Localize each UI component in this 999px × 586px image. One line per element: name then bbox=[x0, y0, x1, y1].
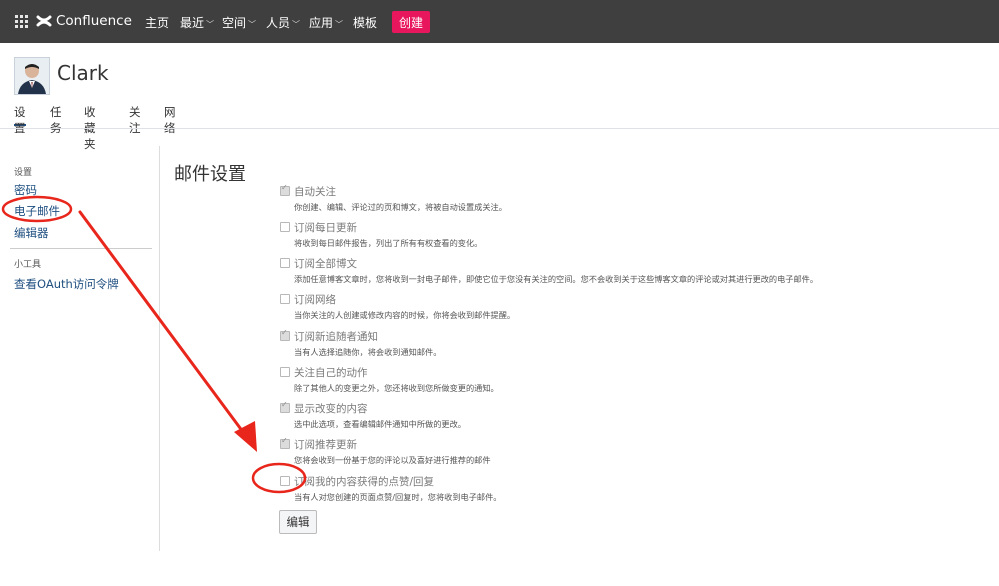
sidebar-divider bbox=[10, 248, 152, 249]
app-name[interactable]: Confluence bbox=[56, 13, 132, 29]
checkbox[interactable] bbox=[280, 476, 290, 486]
chevron-down-icon: ﹀ bbox=[335, 20, 344, 29]
tab-network[interactable]: 网络 bbox=[164, 104, 176, 135]
profile-name: Clark bbox=[57, 61, 109, 85]
annotation-arrow-head bbox=[234, 421, 257, 452]
checkbox[interactable] bbox=[280, 328, 290, 341]
tab-settings[interactable]: 设置 bbox=[14, 104, 26, 135]
tab-favorites[interactable]: 收藏夹 bbox=[84, 104, 96, 151]
avatar[interactable] bbox=[14, 57, 50, 95]
checkbox[interactable] bbox=[280, 222, 290, 232]
nav-spaces[interactable]: 空间 ﹀ bbox=[222, 14, 256, 31]
app-switcher-icon[interactable] bbox=[15, 15, 28, 28]
tab-watching[interactable]: 关注 bbox=[129, 104, 141, 135]
nav-recent[interactable]: 最近 ﹀ bbox=[180, 14, 214, 31]
page-title: 邮件设置 bbox=[174, 164, 246, 185]
checkbox[interactable] bbox=[280, 436, 290, 449]
profile-photo bbox=[15, 58, 49, 94]
nav-home[interactable]: 主页 bbox=[145, 14, 169, 31]
annotation-arrow-line bbox=[78, 210, 248, 438]
content-divider bbox=[159, 146, 160, 551]
tab-tasks[interactable]: 任务 bbox=[50, 104, 62, 135]
nav-templates[interactable]: 模板 bbox=[353, 14, 377, 31]
confluence-logo-icon[interactable] bbox=[36, 13, 52, 29]
checkbox[interactable] bbox=[280, 400, 290, 413]
checkbox[interactable] bbox=[280, 183, 290, 196]
sidebar-item-oauth-tokens[interactable]: 查看OAuth访问令牌 bbox=[14, 276, 119, 292]
tabs-divider bbox=[0, 128, 999, 129]
create-button[interactable]: 创建 bbox=[392, 11, 430, 33]
chevron-down-icon: ﹀ bbox=[206, 20, 215, 29]
top-navigation-bar: Confluence 主页 最近 ﹀ 空间 ﹀ 人员 ﹀ 应用 ﹀ 模板 创建 bbox=[0, 0, 999, 43]
sidebar-heading-tools: 小工具 bbox=[14, 260, 42, 270]
sidebar-item-email[interactable]: 电子邮件 bbox=[14, 203, 60, 219]
checkbox[interactable] bbox=[280, 367, 290, 377]
chevron-down-icon: ﹀ bbox=[248, 20, 257, 29]
sidebar-heading-settings: 设置 bbox=[14, 168, 33, 178]
sidebar-item-editor[interactable]: 编辑器 bbox=[14, 225, 49, 241]
edit-button[interactable]: 编辑 bbox=[279, 510, 317, 534]
chevron-down-icon: ﹀ bbox=[292, 20, 301, 29]
checkbox[interactable] bbox=[280, 294, 290, 304]
sidebar-item-password[interactable]: 密码 bbox=[14, 182, 37, 198]
nav-apps[interactable]: 应用 ﹀ bbox=[309, 14, 343, 31]
nav-people[interactable]: 人员 ﹀ bbox=[266, 14, 300, 31]
checkbox[interactable] bbox=[280, 258, 290, 268]
